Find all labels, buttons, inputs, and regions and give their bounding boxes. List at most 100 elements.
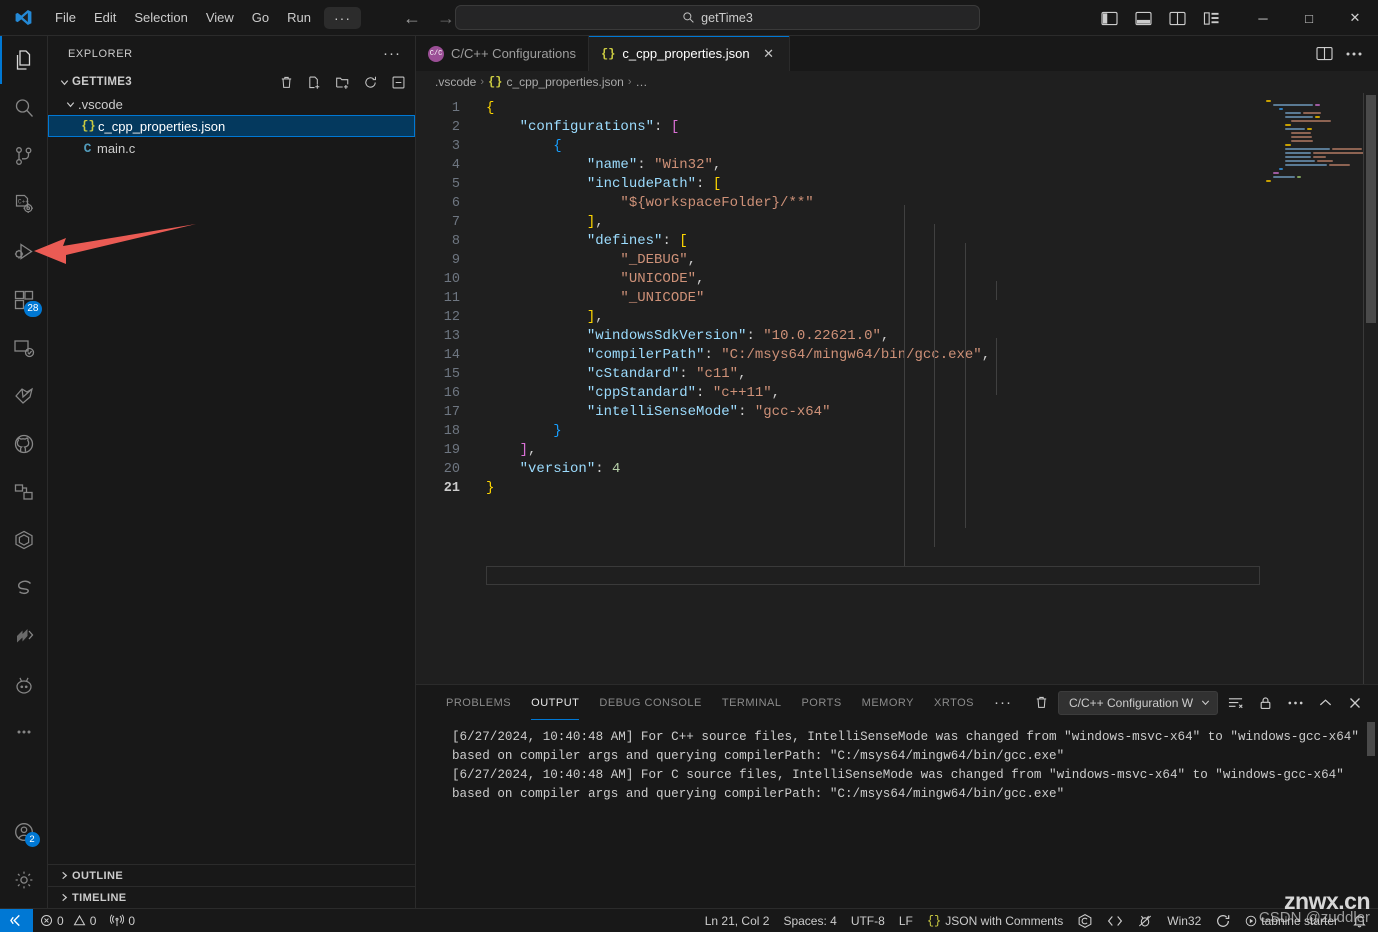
bell-icon[interactable] — [1345, 909, 1374, 932]
panel-tabs-more-button[interactable]: ··· — [984, 694, 1022, 711]
sidebar-item-platformio[interactable] — [0, 516, 48, 564]
breadcrumb-folder[interactable]: .vscode — [435, 75, 476, 89]
command-center[interactable]: getTime3 — [455, 5, 980, 30]
go-forward-icon[interactable]: → — [437, 9, 455, 27]
tab-memory[interactable]: MEMORY — [852, 685, 924, 720]
sidebar-section-label: OUTLINE — [72, 869, 124, 882]
config-name-status[interactable]: Win32 — [1160, 909, 1208, 932]
cpp-tools-icon[interactable] — [1070, 909, 1100, 932]
json-file-icon: {} — [601, 46, 616, 61]
tab-terminal[interactable]: TERMINAL — [712, 685, 792, 720]
sidebar-item-search[interactable] — [0, 84, 48, 132]
line-number: 12 — [443, 310, 460, 325]
sidebar-item-cpp-runner[interactable]: C++ — [0, 180, 48, 228]
sidebar-item-github[interactable] — [0, 420, 48, 468]
breadcrumb-symbol[interactable]: … — [636, 75, 648, 89]
chevron-down-icon — [56, 77, 72, 88]
go-back-icon[interactable]: ← — [403, 9, 421, 27]
menu-file[interactable]: File — [46, 5, 85, 31]
accounts-button[interactable]: 2 — [0, 808, 48, 856]
encoding-status[interactable]: UTF-8 — [844, 909, 892, 932]
tree-item-label: c_cpp_properties.json — [98, 118, 226, 134]
tree-item-vscode-folder[interactable]: .vscode — [48, 93, 415, 115]
cpp-config-icon: C/C — [428, 45, 444, 62]
sidebar-item-segger[interactable] — [0, 564, 48, 612]
line-number: 15 — [443, 367, 460, 382]
close-tab-button[interactable]: ✕ — [761, 46, 777, 62]
sidebar-item-extensions[interactable]: 28 — [0, 276, 48, 324]
close-window-button[interactable]: ✕ — [1332, 0, 1378, 36]
tab-cpp-configurations[interactable]: C/C C/C++ Configurations — [416, 36, 590, 71]
tab-c-cpp-properties-json[interactable]: {} c_cpp_properties.json ✕ — [589, 36, 790, 71]
indent-guide — [934, 224, 935, 547]
tabnine-status[interactable]: tabnine starter — [1238, 909, 1345, 932]
ports-status[interactable]: 0 — [103, 909, 142, 932]
scrollbar-thumb[interactable] — [1367, 722, 1375, 756]
collapse-all-icon[interactable] — [389, 73, 407, 91]
tab-problems[interactable]: PROBLEMS — [436, 685, 521, 720]
minimize-button[interactable]: ─ — [1240, 0, 1286, 36]
menu-go[interactable]: Go — [243, 5, 278, 31]
sidebar-item-embedded-tools[interactable] — [0, 372, 48, 420]
sidebar-item-remote-explorer[interactable] — [0, 324, 48, 372]
remote-window-button[interactable] — [0, 908, 33, 932]
menu-view[interactable]: View — [197, 5, 243, 31]
tab-xrtos[interactable]: XRTOS — [924, 685, 984, 720]
new-file-icon[interactable] — [305, 73, 323, 91]
maximize-panel-icon[interactable] — [1312, 690, 1338, 716]
menu-more-button[interactable]: ··· — [324, 6, 361, 29]
sidebar-item-keil[interactable] — [0, 612, 48, 660]
refresh-icon[interactable] — [361, 73, 379, 91]
lock-icon[interactable] — [1252, 690, 1278, 716]
toggle-primary-sidebar-icon[interactable] — [1094, 3, 1124, 33]
maximize-button[interactable]: □ — [1286, 0, 1332, 36]
close-panel-icon[interactable] — [1342, 690, 1368, 716]
customize-layout-icon[interactable] — [1196, 3, 1226, 33]
more-actions-icon[interactable] — [1340, 40, 1368, 68]
sidebar-item-more-views[interactable] — [0, 708, 48, 756]
indentation-status[interactable]: Spaces: 4 — [776, 909, 843, 932]
menu-selection[interactable]: Selection — [125, 5, 196, 31]
menu-edit[interactable]: Edit — [85, 5, 125, 31]
sidebar-section-outline[interactable]: OUTLINE — [48, 864, 415, 886]
bug-icon[interactable] — [1130, 909, 1160, 932]
cursor-position[interactable]: Ln 21, Col 2 — [698, 909, 777, 932]
editor-minimap[interactable] — [1260, 93, 1364, 684]
line-number: 7 — [451, 215, 460, 230]
tree-item-c-cpp-properties-json[interactable]: {} c_cpp_properties.json — [48, 115, 415, 137]
new-folder-icon[interactable] — [333, 73, 351, 91]
panel-vertical-scrollbar[interactable] — [1364, 720, 1378, 908]
toggle-secondary-sidebar-icon[interactable] — [1162, 3, 1192, 33]
problems-status[interactable]: 0 0 — [33, 909, 103, 932]
filter-icon[interactable] — [1222, 690, 1248, 716]
tab-output[interactable]: OUTPUT — [521, 685, 589, 720]
tab-debug-console[interactable]: DEBUG CONSOLE — [589, 685, 711, 720]
menu-run[interactable]: Run — [278, 5, 320, 31]
clear-output-icon[interactable] — [1028, 690, 1054, 716]
sync-icon[interactable] — [1208, 909, 1238, 932]
code-tour-icon[interactable] — [1100, 909, 1130, 932]
sidebar-more-actions-button[interactable]: ··· — [377, 43, 407, 64]
output-channel-select[interactable]: C/C++ Configuration W — [1058, 690, 1218, 715]
code-editor[interactable]: 1{ 2 "configurations": [ 3 { 4 "name": "… — [416, 93, 1378, 684]
eol-status[interactable]: LF — [892, 909, 920, 932]
editor-vertical-scrollbar[interactable] — [1364, 93, 1378, 684]
split-editor-icon[interactable] — [1310, 40, 1338, 68]
settings-gear-button[interactable] — [0, 856, 48, 904]
toggle-panel-icon[interactable] — [1128, 3, 1158, 33]
sidebar-item-source-control[interactable] — [0, 132, 48, 180]
sidebar-section-timeline[interactable]: TIMELINE — [48, 886, 415, 908]
sidebar-item-run-and-debug[interactable] — [0, 228, 48, 276]
line-number: 2 — [451, 120, 460, 135]
delete-icon[interactable] — [277, 73, 295, 91]
tab-ports[interactable]: PORTS — [791, 685, 851, 720]
tree-item-main-c[interactable]: C main.c — [48, 137, 415, 159]
language-mode-status[interactable]: {} JSON with Comments — [920, 909, 1070, 932]
scrollbar-thumb[interactable] — [1366, 95, 1376, 323]
sidebar-item-tabnine[interactable] — [0, 660, 48, 708]
more-actions-icon[interactable] — [1282, 690, 1308, 716]
sidebar-item-explorer[interactable] — [0, 36, 48, 84]
breadcrumb-file[interactable]: {} c_cpp_properties.json — [488, 75, 624, 89]
sidebar-item-dependency-graph[interactable] — [0, 468, 48, 516]
workspace-folder-row[interactable]: GETTIME3 — [48, 71, 415, 93]
